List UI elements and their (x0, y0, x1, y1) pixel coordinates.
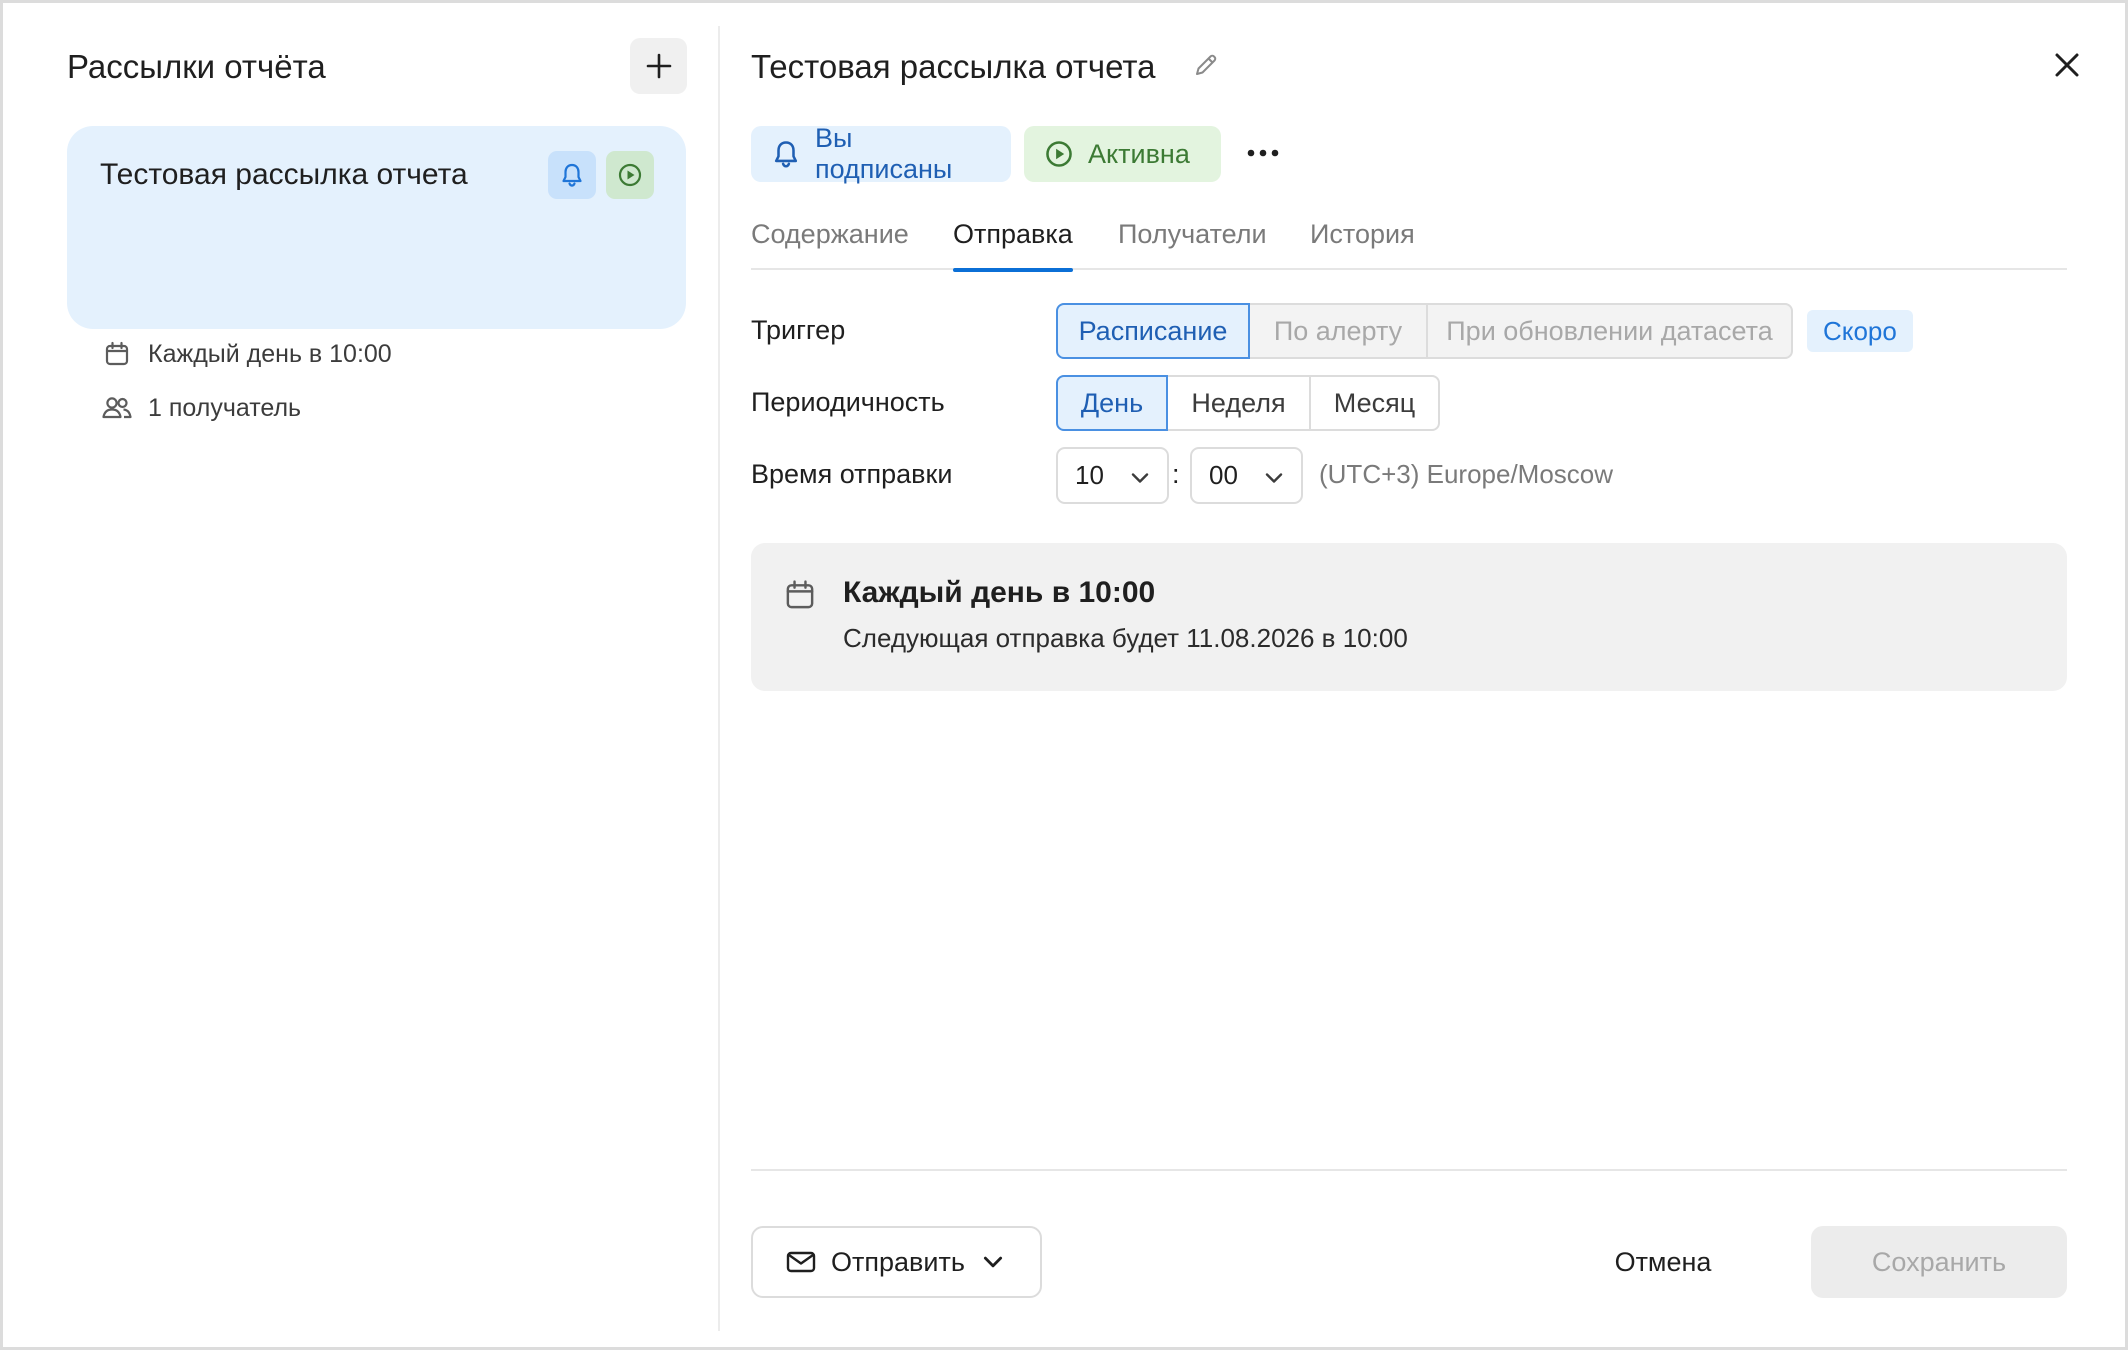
subscribed-badge (548, 151, 596, 199)
send-time-label: Время отправки (751, 459, 953, 489)
chevron-down-icon (981, 1250, 1005, 1274)
sidebar-title: Рассылки отчёта (67, 48, 326, 85)
trigger-label: Триггер (751, 315, 846, 345)
hour-select[interactable]: 10 (1056, 447, 1169, 504)
tabs: Содержание Отправка Получатели История (751, 208, 2067, 272)
soon-badge: Скоро (1807, 310, 1913, 352)
active-status-button[interactable]: Активна (1024, 126, 1221, 182)
cancel-button[interactable]: Отмена (1583, 1226, 1743, 1298)
hour-value: 10 (1075, 460, 1104, 490)
mailing-card-recipients: 1 получатель (148, 393, 302, 422)
periodicity-option-week[interactable]: Неделя (1166, 375, 1311, 431)
trigger-option-dataset-update: При обновлении датасета (1426, 303, 1793, 359)
mail-icon (785, 1249, 817, 1275)
pencil-icon[interactable] (1191, 50, 1221, 80)
trigger-option-schedule[interactable]: Расписание (1056, 303, 1250, 359)
schedule-summary: Каждый день в 10:00 Следующая отправка б… (751, 543, 2067, 691)
more-horizontal-icon (1247, 149, 1279, 157)
users-icon (100, 391, 134, 425)
minute-value: 00 (1209, 460, 1238, 490)
calendar-icon (100, 337, 134, 371)
dialog-window: Рассылки отчёта Тестовая рассылка отчета (0, 0, 2128, 1350)
calendar-icon (786, 580, 814, 609)
panel-divider (718, 26, 720, 1331)
time-separator: : (1172, 459, 1180, 489)
periodicity-segmented-control: День Неделя Месяц (1056, 375, 1440, 431)
periodicity-option-month[interactable]: Месяц (1309, 375, 1440, 431)
periodicity-option-day[interactable]: День (1056, 375, 1168, 431)
page-title: Тестовая рассылка отчета (751, 48, 1156, 85)
summary-next-send: Следующая отправка будет 11.08.2026 в 10… (843, 623, 1408, 653)
chevron-down-icon (1265, 473, 1283, 483)
save-button[interactable]: Сохранить (1811, 1226, 2067, 1298)
chevron-down-icon (1131, 473, 1149, 483)
timezone-text: (UTC+3) Europe/Moscow (1319, 459, 1614, 489)
minute-select[interactable]: 00 (1190, 447, 1303, 504)
tab-sending[interactable]: Отправка (953, 219, 1073, 272)
bell-icon (562, 163, 582, 187)
play-circle-icon (618, 163, 642, 187)
tab-history[interactable]: История (1310, 219, 1415, 270)
send-label: Отправить (831, 1246, 965, 1277)
mailing-card-recipients-row: 1 получатель (100, 391, 301, 425)
plus-icon (646, 53, 671, 79)
trigger-option-alert: По алерту (1248, 303, 1428, 359)
more-actions-button[interactable] (1241, 131, 1285, 175)
active-label: Активна (1088, 138, 1190, 169)
subscribed-label: Вы подписаны (815, 123, 953, 184)
tab-content[interactable]: Содержание (751, 219, 909, 270)
bell-icon (771, 139, 801, 169)
summary-title: Каждый день в 10:00 (843, 576, 1156, 609)
periodicity-label: Периодичность (751, 387, 945, 417)
mailing-card-schedule: Каждый день в 10:00 (148, 339, 392, 368)
send-button[interactable]: Отправить (751, 1226, 1042, 1298)
footer-divider (751, 1169, 2067, 1171)
active-badge (606, 151, 654, 199)
tab-recipients[interactable]: Получатели (1118, 219, 1267, 270)
close-icon[interactable] (2049, 47, 2085, 83)
mailing-card-schedule-row: Каждый день в 10:00 (100, 337, 392, 371)
mailing-card-title: Тестовая рассылка отчета (100, 158, 468, 191)
add-mailing-button[interactable] (630, 38, 687, 94)
mailing-card[interactable]: Тестовая рассылка отчета Каждый день в 1… (67, 126, 686, 422)
trigger-segmented-control: Расписание По алерту При обновлении дата… (1056, 303, 1793, 359)
play-circle-icon (1044, 139, 1074, 169)
subscribed-button[interactable]: Вы подписаны (751, 123, 1011, 184)
